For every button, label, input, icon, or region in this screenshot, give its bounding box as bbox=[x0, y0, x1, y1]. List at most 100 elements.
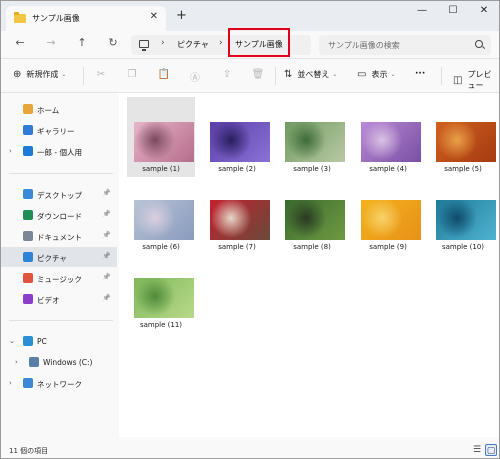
download-icon bbox=[23, 210, 33, 220]
chevron-down-icon: ⌄ bbox=[61, 71, 67, 78]
close-button[interactable]: ✕ bbox=[475, 5, 493, 16]
pin-icon[interactable]: 📌 bbox=[102, 189, 111, 197]
file-tile[interactable]: sample (2) bbox=[203, 97, 271, 177]
sidebar-divider bbox=[9, 173, 113, 174]
network-icon bbox=[23, 378, 33, 388]
maximize-button[interactable]: ☐ bbox=[444, 5, 462, 16]
image-thumbnail[interactable] bbox=[436, 122, 496, 162]
share-icon[interactable]: ⇪ bbox=[220, 69, 234, 80]
sidebar-item-music[interactable]: ミュージック 📌 bbox=[1, 268, 117, 288]
image-thumbnail[interactable] bbox=[285, 200, 345, 240]
chevron-down-icon: ⌄ bbox=[332, 71, 338, 78]
image-thumbnail[interactable] bbox=[134, 200, 194, 240]
annotation-highlight-box bbox=[228, 28, 290, 57]
sidebar-item-videos[interactable]: ビデオ 📌 bbox=[1, 289, 117, 309]
image-thumbnail[interactable] bbox=[210, 122, 270, 162]
back-button[interactable]: ← bbox=[12, 36, 28, 49]
navigation-pane: ホーム ギャラリー › 一郎 - 個人用 デスクトップ 📌 ダウンロード 📌 ドキュメント 📌 ピク… bbox=[1, 93, 119, 437]
file-tile[interactable]: sample (6) bbox=[127, 175, 195, 255]
image-thumbnail[interactable] bbox=[361, 200, 421, 240]
toolbar-divider bbox=[275, 67, 276, 85]
sidebar-item-pc[interactable]: ⌄ PC bbox=[1, 331, 117, 351]
file-name-label: sample (10) bbox=[441, 243, 485, 251]
view-button[interactable]: ▭ 表示 ⌄ bbox=[357, 69, 395, 80]
search-box[interactable]: サンプル画像の検索 bbox=[319, 35, 491, 55]
rename-icon[interactable]: Ⓐ bbox=[188, 69, 202, 84]
sidebar-item-label: ギャラリー bbox=[37, 127, 75, 136]
sort-button[interactable]: ⇅ 並べ替え ⌄ bbox=[284, 69, 337, 80]
sidebar-item-label: ドキュメント bbox=[37, 233, 82, 242]
sidebar-item-label: ミュージック bbox=[37, 275, 82, 284]
sidebar-item-network[interactable]: › ネットワーク bbox=[1, 373, 117, 393]
pin-icon[interactable]: 📌 bbox=[102, 210, 111, 218]
chevron-down-icon: ⌄ bbox=[390, 71, 396, 78]
chevron-right-icon[interactable]: › bbox=[15, 358, 18, 366]
file-tile[interactable]: sample (7) bbox=[203, 175, 271, 255]
sidebar-item-home[interactable]: ホーム bbox=[1, 99, 117, 119]
minimize-button[interactable]: — bbox=[413, 5, 431, 16]
pin-icon[interactable]: 📌 bbox=[102, 273, 111, 281]
monitor-icon bbox=[139, 40, 149, 51]
onedrive-icon bbox=[23, 146, 33, 156]
new-tab-button[interactable]: + bbox=[176, 8, 187, 23]
tiles-view-button[interactable]: ▢ bbox=[485, 444, 497, 456]
delete-icon[interactable]: 🗑 bbox=[251, 69, 265, 80]
tab-sample-images[interactable]: サンプル画像 ✕ bbox=[6, 6, 166, 31]
sidebar-item-pictures[interactable]: ピクチャ 📌 bbox=[1, 247, 117, 267]
image-thumbnail[interactable] bbox=[361, 122, 421, 162]
sort-label: 並べ替え bbox=[297, 70, 330, 79]
image-thumbnail[interactable] bbox=[210, 200, 270, 240]
refresh-button[interactable]: ↻ bbox=[105, 36, 121, 49]
tab-close-button[interactable]: ✕ bbox=[150, 11, 158, 22]
sidebar-item-windows-c[interactable]: › Windows (C:) bbox=[1, 352, 117, 372]
pin-icon[interactable]: 📌 bbox=[102, 252, 111, 260]
chevron-right-icon[interactable]: › bbox=[9, 147, 12, 155]
image-thumbnail[interactable] bbox=[134, 122, 194, 162]
sidebar-item-documents[interactable]: ドキュメント 📌 bbox=[1, 226, 117, 246]
file-tile[interactable]: sample (10) bbox=[429, 175, 497, 255]
chevron-down-icon[interactable]: ⌄ bbox=[9, 337, 15, 345]
sidebar-item-downloads[interactable]: ダウンロード 📌 bbox=[1, 205, 117, 225]
paste-icon[interactable]: 📋 bbox=[157, 69, 171, 80]
pin-icon[interactable]: 📌 bbox=[102, 231, 111, 239]
details-view-button[interactable]: ☰ bbox=[471, 444, 483, 456]
file-tile[interactable]: sample (3) bbox=[278, 97, 346, 177]
sidebar-item-gallery[interactable]: ギャラリー bbox=[1, 120, 117, 140]
new-button[interactable]: ⊕ 新規作成 ⌄ bbox=[13, 69, 66, 80]
preview-pane-icon: ◫ bbox=[453, 74, 463, 86]
file-tile[interactable]: sample (4) bbox=[354, 97, 422, 177]
gallery-icon bbox=[23, 125, 33, 135]
sidebar-item-label: ダウンロード bbox=[37, 212, 82, 221]
search-placeholder: サンプル画像の検索 bbox=[328, 41, 400, 50]
sidebar-item-label: 一郎 - 個人用 bbox=[37, 148, 82, 157]
view-label: 表示 bbox=[371, 70, 388, 79]
cut-icon[interactable]: ✂ bbox=[94, 69, 108, 80]
pictures-icon bbox=[23, 252, 33, 262]
sidebar-item-label: ビデオ bbox=[37, 296, 60, 305]
new-label: 新規作成 bbox=[26, 70, 59, 79]
file-tile[interactable]: sample (1) bbox=[127, 97, 195, 177]
file-tile[interactable]: sample (11) bbox=[127, 253, 195, 333]
pin-icon[interactable]: 📌 bbox=[102, 294, 111, 302]
sidebar-item-desktop[interactable]: デスクトップ 📌 bbox=[1, 184, 117, 204]
chevron-right-icon[interactable]: › bbox=[9, 379, 12, 387]
copy-icon[interactable]: ❐ bbox=[125, 69, 139, 80]
preview-pane-button[interactable]: ◫ プレビュー bbox=[453, 69, 499, 91]
file-tile[interactable]: sample (5) bbox=[429, 97, 497, 177]
image-thumbnail[interactable] bbox=[436, 200, 496, 240]
toolbar-divider bbox=[83, 67, 84, 85]
file-tile[interactable]: sample (8) bbox=[278, 175, 346, 255]
more-options-button[interactable]: ··· bbox=[415, 69, 425, 79]
forward-button[interactable]: → bbox=[43, 36, 59, 49]
file-name-label: sample (2) bbox=[218, 165, 256, 173]
breadcrumb-pictures[interactable]: ピクチャ bbox=[177, 39, 209, 50]
image-thumbnail[interactable] bbox=[285, 122, 345, 162]
documents-icon bbox=[23, 231, 33, 241]
sidebar-item-onedrive[interactable]: › 一郎 - 個人用 bbox=[1, 141, 117, 161]
sidebar-item-label: ピクチャ bbox=[37, 254, 67, 263]
file-name-label: sample (3) bbox=[293, 165, 331, 173]
image-thumbnail[interactable] bbox=[134, 278, 194, 318]
up-button[interactable]: ↑ bbox=[74, 36, 90, 49]
file-name-label: sample (1) bbox=[142, 165, 180, 173]
file-tile[interactable]: sample (9) bbox=[354, 175, 422, 255]
